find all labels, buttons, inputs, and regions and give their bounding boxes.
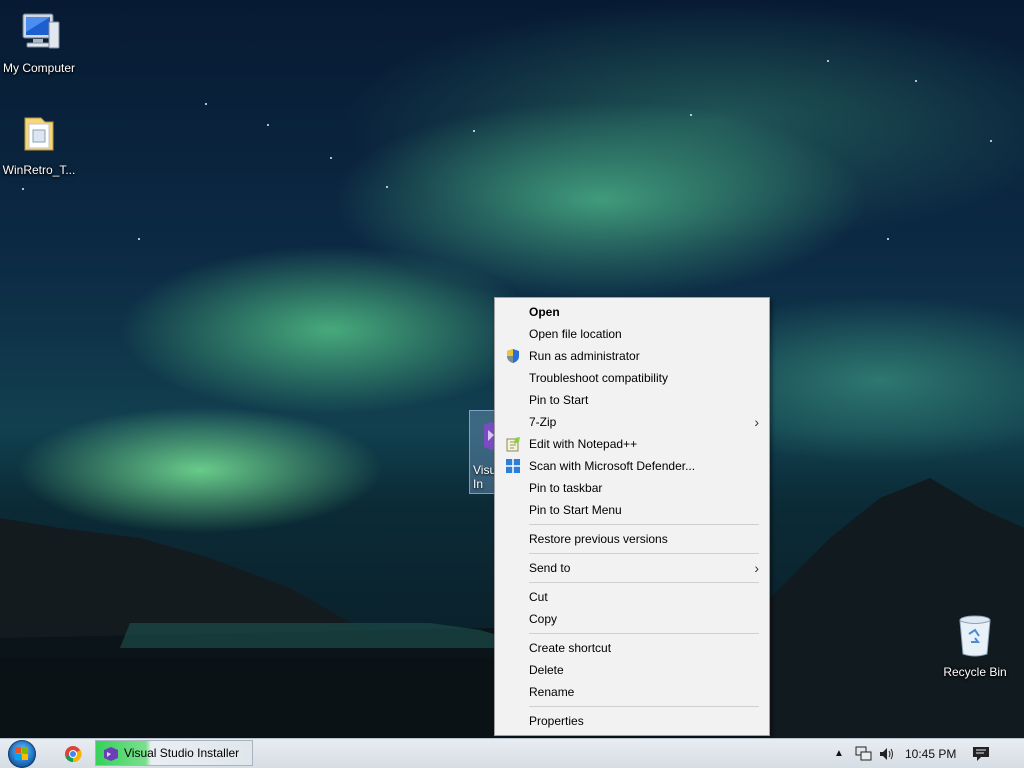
- recycle-bin-icon: [959, 615, 991, 657]
- windows-logo-icon: [15, 747, 28, 760]
- desktop-icon-label: WinRetro_T...: [2, 163, 76, 177]
- star: [330, 157, 332, 159]
- taskbar-task-label: Visual Studio Installer: [124, 746, 240, 760]
- star: [915, 80, 917, 82]
- menu-separator: [529, 633, 759, 634]
- star: [887, 238, 889, 240]
- desktop-icon-label: My Computer: [2, 61, 76, 75]
- tray-expand-arrow-icon[interactable]: ▲: [834, 739, 844, 769]
- menu-item-label: Edit with Notepad++: [529, 437, 638, 451]
- submenu-arrow-icon: ›: [754, 560, 759, 576]
- menu-item-label: Run as administrator: [529, 349, 640, 363]
- menu-item-delete[interactable]: Delete: [495, 659, 769, 681]
- menu-item-label: Delete: [529, 663, 564, 677]
- menu-item-pin-to-start[interactable]: Pin to Start: [495, 389, 769, 411]
- menu-separator: [529, 553, 759, 554]
- notepad-plus-plus-icon: [506, 437, 520, 452]
- desktop[interactable]: My Computer WinRetro_T... Visu In Recycl…: [0, 0, 1024, 738]
- menu-item-open[interactable]: Open: [495, 301, 769, 323]
- menu-item-label: Copy: [529, 612, 558, 626]
- menu-item-cut[interactable]: Cut: [495, 586, 769, 608]
- desktop-icon-label: Recycle Bin: [943, 665, 1007, 679]
- menu-item-label: Open: [529, 305, 560, 319]
- menu-item-label: Pin to Start: [529, 393, 589, 407]
- menu-item-restore-previous-versions[interactable]: Restore previous versions: [495, 528, 769, 550]
- menu-item-label: Cut: [529, 590, 548, 604]
- menu-item-label: Create shortcut: [529, 641, 612, 655]
- menu-separator: [529, 524, 759, 525]
- menu-item-label: Rename: [529, 685, 575, 699]
- menu-item-send-to[interactable]: Send to ›: [495, 557, 769, 579]
- desktop-icon-my-computer[interactable]: My Computer: [0, 8, 81, 76]
- menu-item-label: 7-Zip: [529, 415, 557, 429]
- star: [138, 238, 140, 240]
- chrome-icon[interactable]: [64, 745, 82, 763]
- star: [22, 188, 24, 190]
- clock[interactable]: 10:45 PM: [905, 739, 956, 769]
- menu-separator: [529, 706, 759, 707]
- computer-icon: [22, 13, 60, 49]
- menu-item-label: Scan with Microsoft Defender...: [529, 459, 696, 473]
- star: [690, 114, 692, 116]
- visual-studio-installer-icon: [104, 747, 118, 761]
- start-button[interactable]: [8, 740, 36, 768]
- submenu-arrow-icon: ›: [754, 414, 759, 430]
- action-center-icon[interactable]: [972, 746, 990, 762]
- menu-item-label: Pin to Start Menu: [529, 503, 622, 517]
- menu-item-rename[interactable]: Rename: [495, 681, 769, 703]
- menu-item-label: Restore previous versions: [529, 532, 668, 546]
- menu-item-label: Properties: [529, 714, 584, 728]
- star: [205, 103, 207, 105]
- defender-icon: [506, 459, 520, 473]
- menu-item-create-shortcut[interactable]: Create shortcut: [495, 637, 769, 659]
- menu-item-scan-with-defender[interactable]: Scan with Microsoft Defender...: [495, 455, 769, 477]
- taskbar-task-visual-studio-installer[interactable]: Visual Studio Installer: [95, 740, 253, 766]
- star: [386, 186, 388, 188]
- menu-item-run-as-administrator[interactable]: Run as administrator: [495, 345, 769, 367]
- menu-item-troubleshoot-compatibility[interactable]: Troubleshoot compatibility: [495, 367, 769, 389]
- menu-item-label: Open file location: [529, 327, 622, 341]
- volume-icon[interactable]: [878, 746, 896, 762]
- menu-item-7zip[interactable]: 7-Zip ›: [495, 411, 769, 433]
- context-menu: Open Open file location Run as administr…: [494, 297, 770, 736]
- menu-item-label: Troubleshoot compatibility: [529, 371, 668, 385]
- menu-separator: [529, 582, 759, 583]
- menu-item-copy[interactable]: Copy: [495, 608, 769, 630]
- network-icon[interactable]: [855, 746, 873, 762]
- menu-item-label: Pin to taskbar: [529, 481, 603, 495]
- menu-item-pin-to-taskbar[interactable]: Pin to taskbar: [495, 477, 769, 499]
- folder-icon: [24, 117, 54, 151]
- menu-item-properties[interactable]: Properties: [495, 710, 769, 732]
- desktop-icon-winretro[interactable]: WinRetro_T...: [0, 110, 81, 178]
- menu-item-label: Send to: [529, 561, 571, 575]
- shield-icon: [507, 349, 519, 363]
- star: [267, 124, 269, 126]
- star: [827, 60, 829, 62]
- star: [473, 130, 475, 132]
- menu-item-open-file-location[interactable]: Open file location: [495, 323, 769, 345]
- menu-item-pin-to-start-menu[interactable]: Pin to Start Menu: [495, 499, 769, 521]
- menu-item-edit-with-notepadpp[interactable]: Edit with Notepad++: [495, 433, 769, 455]
- star: [990, 140, 992, 142]
- desktop-icon-recycle-bin[interactable]: Recycle Bin: [933, 612, 1017, 680]
- taskbar: Visual Studio Installer ▲ 10:45 PM: [0, 738, 1024, 768]
